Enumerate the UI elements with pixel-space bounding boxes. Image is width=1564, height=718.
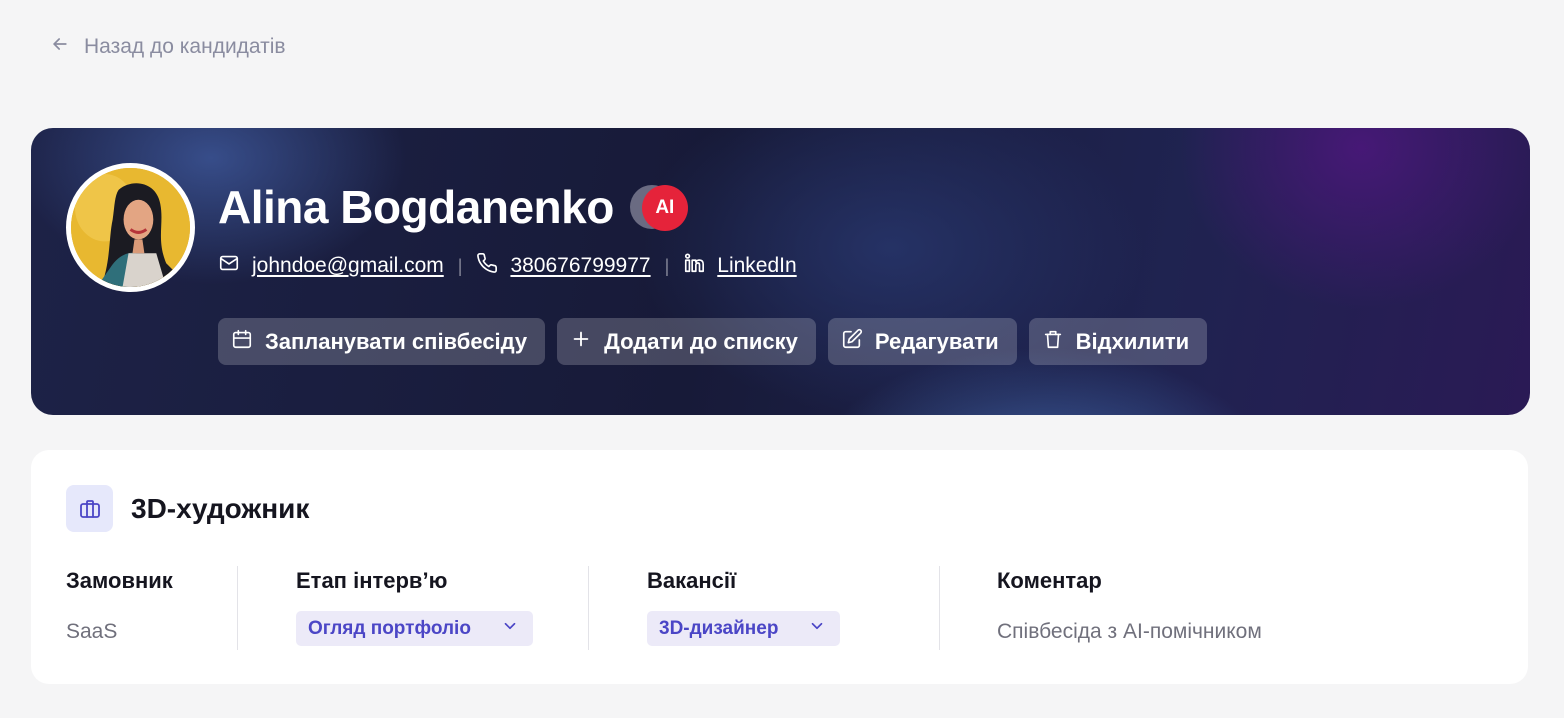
- candidate-header: Alina Bogdanenko AI johndoe@gmail.com | …: [31, 128, 1530, 415]
- interview-stage-value: Огляд портфоліо: [308, 617, 471, 639]
- email-contact: johndoe@gmail.com: [218, 252, 444, 280]
- chevron-down-icon: [501, 617, 519, 641]
- mail-icon: [218, 252, 240, 280]
- email-link[interactable]: johndoe@gmail.com: [252, 254, 444, 278]
- schedule-interview-button[interactable]: Запланувати співбесіду: [218, 318, 546, 365]
- reject-label: Відхилити: [1075, 328, 1190, 354]
- back-to-candidates-link[interactable]: Назад до кандидатів: [50, 34, 286, 60]
- add-to-list-label: Додати до списку: [604, 328, 798, 354]
- phone-contact: 380676799977: [476, 252, 651, 280]
- phone-link[interactable]: 380676799977: [510, 254, 650, 278]
- linkedin-icon: [683, 252, 705, 280]
- vacancy-value: 3D-дизайнер: [659, 617, 779, 639]
- phone-icon: [476, 252, 498, 280]
- separator: |: [457, 255, 463, 276]
- ai-badge-group: AI: [629, 183, 690, 231]
- back-link-label: Назад до кандидатів: [84, 35, 286, 58]
- calendar-icon: [231, 328, 253, 356]
- comment-value: Співбесіда з AI-помічником: [997, 620, 1262, 643]
- divider: [237, 566, 238, 650]
- vacancy-dropdown[interactable]: 3D-дизайнер: [647, 611, 841, 646]
- separator: |: [664, 255, 670, 276]
- action-bar: Запланувати співбесіду Додати до списку …: [218, 318, 1208, 365]
- briefcase-icon: [66, 485, 113, 532]
- contact-row: johndoe@gmail.com | 380676799977 | Linke…: [218, 252, 797, 280]
- edit-icon: [841, 328, 863, 356]
- reject-button[interactable]: Відхилити: [1028, 318, 1208, 365]
- edit-label: Редагувати: [874, 328, 999, 354]
- linkedin-link[interactable]: LinkedIn: [717, 254, 796, 278]
- ai-badge: AI: [641, 185, 688, 231]
- customer-field: Замовник SaaS: [66, 568, 173, 644]
- divider: [588, 566, 589, 650]
- comment-label: Коментар: [997, 568, 1102, 593]
- linkedin-contact: LinkedIn: [683, 252, 797, 280]
- add-to-list-button[interactable]: Додати до списку: [557, 318, 816, 365]
- comment-field: Коментар Співбесіда з AI-помічником: [997, 568, 1262, 644]
- candidate-name: Alina Bogdanenko: [218, 181, 614, 233]
- interview-stage-label: Етап інтерв’ю: [296, 568, 448, 593]
- avatar: [66, 163, 195, 292]
- vacancy-field: Вакансії 3D-дизайнер: [647, 568, 841, 646]
- vacancy-label: Вакансії: [647, 568, 737, 593]
- divider: [939, 566, 940, 650]
- interview-stage-field: Етап інтерв’ю Огляд портфоліо: [296, 568, 533, 646]
- interview-stage-dropdown[interactable]: Огляд портфоліо: [296, 611, 533, 646]
- edit-button[interactable]: Редагувати: [827, 318, 1017, 365]
- plus-icon: [570, 328, 592, 356]
- job-title: 3D-художник: [131, 493, 310, 524]
- customer-value: SaaS: [66, 620, 118, 643]
- chevron-down-icon: [808, 617, 826, 641]
- arrow-left-icon: [50, 34, 70, 60]
- schedule-interview-label: Запланувати співбесіду: [265, 328, 528, 354]
- customer-label: Замовник: [66, 568, 173, 593]
- trash-icon: [1042, 328, 1064, 356]
- job-details-card: 3D-художник Замовник SaaS Етап інтерв’ю …: [31, 450, 1528, 684]
